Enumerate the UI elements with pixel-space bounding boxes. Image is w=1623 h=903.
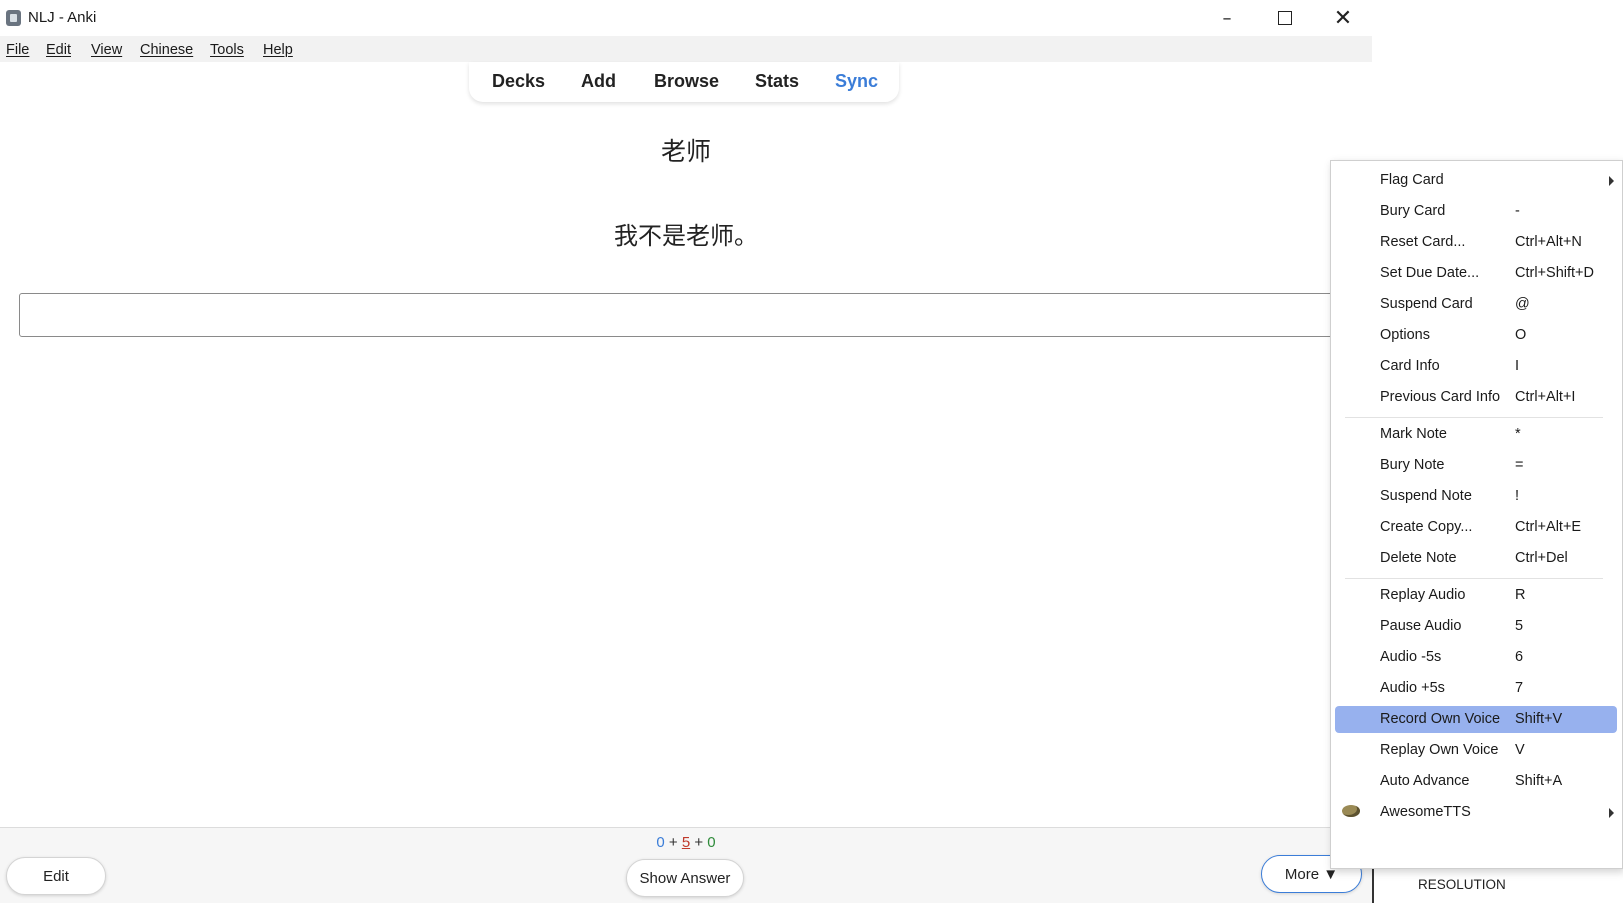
toolbar-sync[interactable]: Sync <box>835 71 878 92</box>
menu-item-bury-note[interactable]: Bury Note = <box>1335 452 1617 479</box>
anki-main-window: NLJ - Anki – ✕ File Edit View Chinese To… <box>0 0 1372 903</box>
due-counts: 0 + 5 + 0 <box>656 834 716 851</box>
menu-view[interactable]: View <box>91 42 122 58</box>
submenu-arrow-icon <box>1609 176 1614 186</box>
menu-item-pause-audio[interactable]: Pause Audio 5 <box>1335 613 1617 640</box>
menu-item-audio-back-5s[interactable]: Audio -5s 6 <box>1335 644 1617 671</box>
menu-item-suspend-card[interactable]: Suspend Card @ <box>1335 291 1617 318</box>
menu-item-previous-card-info[interactable]: Previous Card Info Ctrl+Alt+I <box>1335 384 1617 411</box>
toolbar-browse[interactable]: Browse <box>654 71 719 92</box>
review-bottom-bar: 0 + 5 + 0 Edit Show Answer More ▼ <box>0 827 1372 903</box>
menu-item-reset-card[interactable]: Reset Card... Ctrl+Alt+N <box>1335 229 1617 256</box>
awesometts-icon <box>1342 805 1360 817</box>
show-answer-button[interactable]: Show Answer <box>626 859 744 897</box>
menu-item-set-due-date[interactable]: Set Due Date... Ctrl+Shift+D <box>1335 260 1617 287</box>
menu-item-options[interactable]: Options O <box>1335 322 1617 349</box>
menu-item-replay-audio[interactable]: Replay Audio R <box>1335 582 1617 609</box>
toolbar-stats[interactable]: Stats <box>755 71 799 92</box>
menu-item-audio-forward-5s[interactable]: Audio +5s 7 <box>1335 675 1617 702</box>
card-question: 老师 <box>660 138 711 166</box>
maximize-button[interactable] <box>1256 0 1314 36</box>
minimize-icon: – <box>1222 7 1232 29</box>
toolbar-add[interactable]: Add <box>581 71 616 92</box>
menu-bar: File Edit View Chinese Tools Help <box>0 36 1372 62</box>
resolution-label: RESOLUTION <box>1418 877 1506 892</box>
menu-item-delete-note[interactable]: Delete Note Ctrl+Del <box>1335 545 1617 572</box>
close-button[interactable]: ✕ <box>1314 0 1372 36</box>
more-context-menu: Flag Card Bury Card - Reset Card... Ctrl… <box>1330 160 1623 869</box>
top-toolbar: Decks Add Browse Stats Sync <box>469 62 899 102</box>
maximize-icon <box>1278 11 1292 25</box>
title-bar: NLJ - Anki – ✕ <box>0 0 1372 36</box>
anki-app-icon <box>6 10 21 26</box>
minimize-button[interactable]: – <box>1198 0 1256 36</box>
menu-tools[interactable]: Tools <box>210 42 244 58</box>
toolbar-decks[interactable]: Decks <box>492 71 545 92</box>
menu-item-card-info[interactable]: Card Info I <box>1335 353 1617 380</box>
menu-separator <box>1345 417 1603 418</box>
menu-item-record-own-voice[interactable]: Record Own Voice Shift+V <box>1335 706 1617 733</box>
background-resolution-panel: RESOLUTION <box>1372 869 1623 903</box>
menu-help[interactable]: Help <box>263 42 293 58</box>
menu-item-awesometts[interactable]: AwesomeTTS <box>1335 799 1617 826</box>
menu-item-suspend-note[interactable]: Suspend Note ! <box>1335 483 1617 510</box>
window-title: NLJ - Anki <box>28 9 97 26</box>
menu-item-flag-card[interactable]: Flag Card <box>1335 167 1617 194</box>
card-sentence: 我不是老师。 <box>614 223 758 250</box>
new-count: 0 <box>656 834 665 851</box>
submenu-arrow-icon <box>1609 808 1614 818</box>
menu-item-mark-note[interactable]: Mark Note * <box>1335 421 1617 448</box>
type-answer-input[interactable] <box>19 293 1359 337</box>
menu-item-replay-own-voice[interactable]: Replay Own Voice V <box>1335 737 1617 764</box>
menu-chinese[interactable]: Chinese <box>140 42 193 58</box>
edit-button[interactable]: Edit <box>6 857 106 895</box>
close-icon: ✕ <box>1333 5 1353 31</box>
menu-item-create-copy[interactable]: Create Copy... Ctrl+Alt+E <box>1335 514 1617 541</box>
menu-separator <box>1345 578 1603 579</box>
menu-item-auto-advance[interactable]: Auto Advance Shift+A <box>1335 768 1617 795</box>
menu-item-bury-card[interactable]: Bury Card - <box>1335 198 1617 225</box>
learn-count: 5 <box>681 834 691 851</box>
review-count: 0 <box>707 834 716 851</box>
menu-edit[interactable]: Edit <box>46 42 71 58</box>
menu-file[interactable]: File <box>6 42 29 58</box>
